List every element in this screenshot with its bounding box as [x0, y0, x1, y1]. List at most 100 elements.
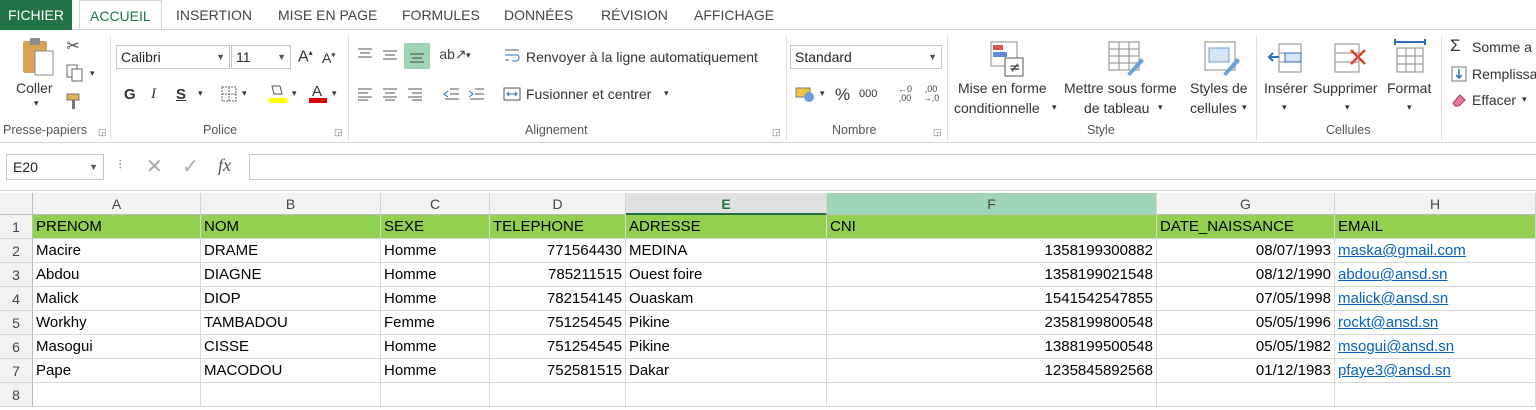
column-header-d[interactable]: D — [490, 193, 626, 215]
cell[interactable]: Ouaskam — [626, 287, 827, 311]
insert-cells-button[interactable]: Insérer — [1264, 80, 1308, 96]
cell[interactable]: 1358199021548 — [827, 263, 1157, 287]
format-cells-button[interactable]: Format — [1387, 80, 1431, 96]
cell[interactable] — [827, 383, 1157, 407]
column-header-g[interactable]: G — [1157, 193, 1335, 215]
cancel-icon[interactable]: ✕ — [146, 154, 163, 179]
cut-icon[interactable]: ✂ — [64, 37, 82, 55]
font-launcher-icon[interactable]: ◲ — [334, 127, 343, 138]
column-header-e[interactable]: E — [626, 193, 827, 215]
increase-decimal-icon[interactable]: ←0,00 — [894, 82, 916, 106]
cell[interactable]: Workhy — [33, 311, 201, 335]
copy-dropdown-icon[interactable]: ▾ — [90, 68, 95, 79]
cell-styles-icon[interactable] — [1200, 39, 1242, 79]
orientation-icon[interactable]: ab↗ — [439, 44, 466, 64]
name-box[interactable]: E20 ▼ — [6, 154, 104, 180]
column-header-h[interactable]: H — [1335, 193, 1536, 215]
orientation-dropdown-icon[interactable]: ▾ — [466, 50, 471, 61]
cell[interactable]: 752581515 — [490, 359, 626, 383]
conditional-formatting-button-line2[interactable]: conditionnelle — [954, 100, 1040, 116]
paste-button[interactable]: Coller — [16, 80, 53, 96]
fill-color-dropdown-icon[interactable]: ▾ — [292, 88, 297, 99]
cell[interactable]: DIAGNE — [201, 263, 381, 287]
cell[interactable]: Pape — [33, 359, 201, 383]
cell[interactable]: CISSE — [201, 335, 381, 359]
cell[interactable]: 05/05/1996 — [1157, 311, 1335, 335]
select-all-corner[interactable] — [0, 193, 33, 215]
cell[interactable] — [490, 383, 626, 407]
delete-cells-button[interactable]: Supprimer — [1313, 80, 1378, 96]
column-header-a[interactable]: A — [33, 193, 201, 215]
cell[interactable]: 785211515 — [490, 263, 626, 287]
cell[interactable]: 05/05/1982 — [1157, 335, 1335, 359]
cell[interactable]: Pikine — [626, 311, 827, 335]
formula-input[interactable] — [249, 154, 1536, 180]
tab-formulas[interactable]: FORMULES — [392, 0, 490, 30]
align-middle-icon[interactable] — [380, 44, 400, 64]
cell[interactable] — [1335, 383, 1536, 407]
format-as-table-dropdown-icon[interactable]: ▾ — [1158, 102, 1163, 113]
align-top-icon[interactable] — [355, 44, 375, 64]
decrease-indent-icon[interactable] — [442, 84, 462, 104]
tab-file[interactable]: FICHIER — [0, 0, 72, 30]
align-right-icon[interactable] — [405, 84, 425, 104]
underline-button[interactable]: S — [176, 86, 186, 103]
email-link-cell[interactable]: malick@ansd.sn — [1335, 287, 1536, 311]
tab-review[interactable]: RÉVISION — [591, 0, 678, 30]
row-header-4[interactable]: 4 — [0, 287, 33, 311]
cell[interactable]: Pikine — [626, 335, 827, 359]
row-header-3[interactable]: 3 — [0, 263, 33, 287]
row-header-8[interactable]: 8 — [0, 383, 33, 407]
header-cell[interactable]: NOM — [201, 215, 381, 239]
row-header-5[interactable]: 5 — [0, 311, 33, 335]
cell[interactable]: 1358199300882 — [827, 239, 1157, 263]
cell[interactable] — [33, 383, 201, 407]
cell[interactable] — [201, 383, 381, 407]
header-cell[interactable]: DATE_NAISSANCE — [1157, 215, 1335, 239]
cell[interactable]: 751254545 — [490, 311, 626, 335]
paste-dropdown-icon[interactable]: ▾ — [34, 98, 39, 109]
bold-button[interactable]: G — [124, 86, 136, 103]
italic-button[interactable]: I — [151, 86, 156, 103]
cell[interactable]: Malick — [33, 287, 201, 311]
email-link-cell[interactable]: rockt@ansd.sn — [1335, 311, 1536, 335]
tab-home[interactable]: ACCUEIL — [79, 0, 162, 31]
font-color-dropdown-icon[interactable]: ▾ — [332, 88, 337, 99]
percent-button[interactable]: % — [835, 85, 850, 105]
tab-page-layout[interactable]: MISE EN PAGE — [268, 0, 387, 30]
font-size-select[interactable]: 11 ▼ — [231, 45, 291, 69]
email-link-cell[interactable]: msogui@ansd.sn — [1335, 335, 1536, 359]
underline-dropdown-icon[interactable]: ▾ — [198, 88, 203, 99]
insert-cells-icon[interactable] — [1266, 39, 1306, 77]
cell[interactable]: TAMBADOU — [201, 311, 381, 335]
cell[interactable]: 1235845892568 — [827, 359, 1157, 383]
cell-styles-button[interactable]: Styles de — [1190, 80, 1248, 96]
header-cell[interactable]: PRENOM — [33, 215, 201, 239]
conditional-formatting-icon[interactable]: ≠ — [988, 39, 1028, 79]
clear-button[interactable]: Effacer — [1472, 92, 1516, 108]
cell[interactable]: 751254545 — [490, 335, 626, 359]
increase-indent-icon[interactable] — [467, 84, 487, 104]
grow-font-icon[interactable]: A▴ — [298, 48, 313, 66]
column-header-c[interactable]: C — [381, 193, 490, 215]
cell-styles-dropdown-icon[interactable]: ▾ — [1242, 102, 1247, 113]
delete-dropdown-icon[interactable]: ▾ — [1345, 102, 1350, 113]
autosum-icon[interactable]: Σ — [1450, 36, 1461, 56]
wrap-text-icon[interactable] — [502, 45, 522, 65]
email-link-cell[interactable]: pfaye3@ansd.sn — [1335, 359, 1536, 383]
header-cell[interactable]: ADRESSE — [626, 215, 827, 239]
delete-cells-icon[interactable] — [1330, 39, 1370, 77]
column-header-b[interactable]: B — [201, 193, 381, 215]
cell[interactable]: 08/07/1993 — [1157, 239, 1335, 263]
alignment-launcher-icon[interactable]: ◲ — [772, 127, 781, 138]
worksheet-grid[interactable]: A B C D E F G H 1 PRENOM NOM SEXE TELEPHONE ADRESSE CN… — [0, 191, 1536, 410]
insert-dropdown-icon[interactable]: ▾ — [1282, 102, 1287, 113]
cell[interactable]: Abdou — [33, 263, 201, 287]
tab-data[interactable]: DONNÉES — [494, 0, 583, 30]
cell[interactable] — [626, 383, 827, 407]
cell[interactable]: Masogui — [33, 335, 201, 359]
cell[interactable]: 07/05/1998 — [1157, 287, 1335, 311]
font-color-icon[interactable]: A — [306, 82, 330, 104]
merge-dropdown-icon[interactable]: ▾ — [664, 88, 669, 99]
conditional-formatting-button[interactable]: Mise en forme — [958, 80, 1047, 96]
